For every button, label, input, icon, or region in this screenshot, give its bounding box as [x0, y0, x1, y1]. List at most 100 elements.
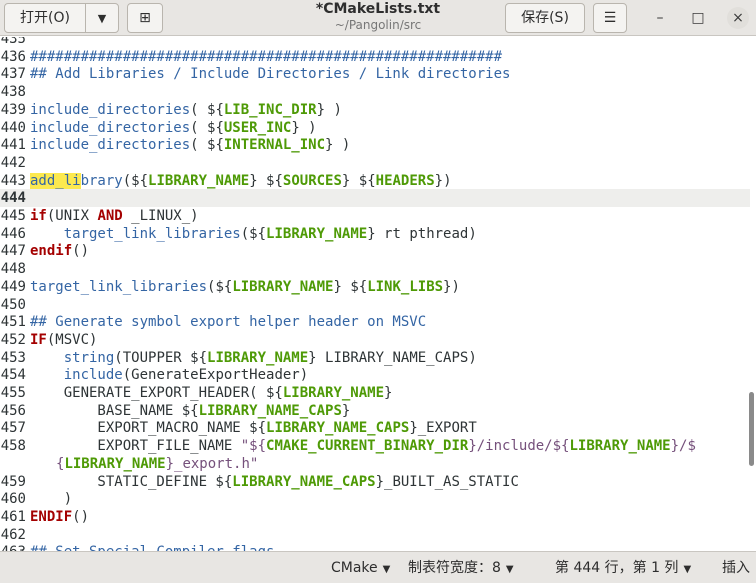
cursor-position-selector[interactable]: 第 444 行，第 1 列 ▼	[555, 559, 691, 579]
code-token: })	[434, 172, 452, 189]
line-number: 443	[0, 172, 26, 189]
code-text: include_directories( ${LIB_INC_DIR} )	[26, 101, 342, 119]
code-line[interactable]: 438	[0, 83, 750, 101]
line-number: 436	[0, 48, 26, 65]
code-token: EXPORT_MACRO_NAME ${	[30, 420, 267, 437]
code-text: IF(MSVC)	[26, 331, 97, 349]
language-selector[interactable]: CMake ▼	[331, 559, 390, 579]
code-line[interactable]: {LIBRARY_NAME}_export.h"	[0, 455, 750, 473]
new-tab-icon: ⊞	[139, 10, 151, 26]
open-button[interactable]: 打开(O)	[4, 3, 86, 33]
code-line[interactable]: 453 string(TOUPPER ${LIBRARY_NAME} LIBRA…	[0, 349, 750, 367]
code-token: ENDIF	[30, 508, 73, 525]
line-number: 452	[0, 331, 26, 348]
code-token: ## Set Special Compiler flags	[30, 544, 274, 551]
line-number: 453	[0, 349, 26, 366]
code-line[interactable]: 450	[0, 296, 750, 314]
save-button[interactable]: 保存(S)	[505, 3, 585, 33]
code-line[interactable]: 437 ## Add Libraries / Include Directorie…	[0, 65, 750, 83]
code-token: (GenerateExportHeader)	[122, 367, 309, 384]
code-line[interactable]: 445 if(UNIX AND _LINUX_)	[0, 207, 750, 225]
tab-width-selector[interactable]: 制表符宽度：8 ▼	[408, 559, 514, 579]
minimize-button[interactable]: –	[651, 9, 669, 27]
line-number: 444	[0, 190, 26, 207]
code-line[interactable]: 440 include_directories( ${USER_INC} )	[0, 119, 750, 137]
code-token: STATIC_DEFINE ${	[30, 473, 233, 490]
code-line[interactable]: 463 ## Set Special Compiler flags	[0, 543, 750, 551]
code-token: "${	[240, 438, 267, 455]
code-line[interactable]: 443 add_library(${LIBRARY_NAME} ${SOURCES…	[0, 172, 750, 190]
code-token: ( ${	[190, 101, 224, 118]
code-line[interactable]: 449 target_link_libraries(${LIBRARY_NAME}…	[0, 278, 750, 296]
code-text: ## Set Special Compiler flags	[26, 543, 274, 551]
code-token: LIBRARY_NAME	[282, 385, 385, 401]
code-line[interactable]: 462	[0, 526, 750, 544]
new-tab-button[interactable]: ⊞	[127, 3, 163, 33]
line-number: 446	[0, 225, 26, 242]
code-text: include(GenerateExportHeader)	[26, 366, 308, 384]
line-number: 454	[0, 367, 26, 384]
line-number: 442	[0, 154, 26, 171]
code-token: (${	[240, 225, 267, 242]
code-line[interactable]: 455 GENERATE_EXPORT_HEADER( ${LIBRARY_NA…	[0, 384, 750, 402]
code-text: ########################################…	[26, 48, 502, 66]
status-bar: CMake ▼ 制表符宽度：8 ▼ 第 444 行，第 1 列 ▼ 插入	[0, 551, 756, 583]
code-token: ( ${	[190, 119, 224, 136]
line-number: 461	[0, 508, 26, 525]
code-token: LIBRARY_NAME	[232, 278, 334, 295]
code-line[interactable]: 447 endif()	[0, 242, 750, 260]
code-text: string(TOUPPER ${LIBRARY_NAME} LIBRARY_N…	[26, 349, 477, 367]
code-token: add_li	[30, 172, 81, 189]
close-button[interactable]: ×	[727, 7, 749, 29]
code-line-current[interactable]: 444	[0, 189, 750, 208]
code-token: (MSVC)	[46, 331, 98, 348]
code-text: STATIC_DEFINE ${LIBRARY_NAME_CAPS}_BUILT…	[26, 473, 519, 491]
code-line[interactable]: 452 IF(MSVC)	[0, 331, 750, 349]
line-number: 437	[0, 66, 26, 83]
code-editor[interactable]: 435 436 ##################################…	[0, 37, 756, 551]
code-token: )	[30, 491, 73, 508]
code-line[interactable]: 439 include_directories( ${LIB_INC_DIR} )	[0, 101, 750, 119]
code-line[interactable]: 451 ## Generate symbol export helper head…	[0, 313, 750, 331]
code-line[interactable]: 461 ENDIF()	[0, 508, 750, 526]
code-token: } ${	[333, 278, 368, 295]
code-line[interactable]: 441 include_directories( ${INTERNAL_INC} …	[0, 136, 750, 154]
menu-button[interactable]: ☰	[593, 3, 627, 33]
code-line[interactable]: 458 EXPORT_FILE_NAME "${CMAKE_CURRENT_BI…	[0, 437, 750, 455]
code-token: LIBRARY_NAME	[207, 349, 309, 366]
code-token: }	[384, 385, 393, 401]
code-token: if	[30, 208, 47, 224]
open-dropdown-button[interactable]: ▼	[85, 3, 119, 33]
code-line[interactable]: 448	[0, 260, 750, 278]
code-token: string	[63, 349, 115, 366]
code-line[interactable]: 436 #####################################…	[0, 48, 750, 66]
line-number: 450	[0, 296, 26, 313]
code-token: } )	[316, 101, 342, 118]
code-line[interactable]: 459 STATIC_DEFINE ${LIBRARY_NAME_CAPS}_B…	[0, 473, 750, 491]
code-token: LINK_LIBS	[367, 278, 444, 295]
code-line[interactable]: 446 target_link_libraries(${LIBRARY_NAME…	[0, 225, 750, 243]
line-number: 440	[0, 119, 26, 136]
code-line[interactable]: 435	[0, 37, 750, 48]
code-line[interactable]: 457 EXPORT_MACRO_NAME ${LIBRARY_NAME_CAP…	[0, 419, 750, 437]
line-number: 438	[0, 84, 26, 101]
hamburger-menu-icon: ☰	[603, 10, 617, 26]
code-line[interactable]: 456 BASE_NAME ${LIBRARY_NAME_CAPS}	[0, 402, 750, 420]
vertical-scrollbar[interactable]	[749, 392, 754, 466]
code-token: include_directories	[30, 101, 191, 118]
code-token: LIBRARY_NAME	[569, 438, 671, 455]
line-number: 463	[0, 543, 26, 551]
cursor-position-label: 第 444 行，第 1 列	[555, 560, 679, 576]
code-line[interactable]: 454 include(GenerateExportHeader)	[0, 366, 750, 384]
code-token: }/include/${	[468, 438, 570, 455]
code-token: HEADERS	[375, 172, 435, 189]
code-text: include_directories( ${INTERNAL_INC} )	[26, 136, 350, 154]
code-line[interactable]: 442	[0, 154, 750, 172]
code-token: }	[341, 402, 351, 419]
code-token: (TOUPPER ${	[114, 349, 208, 366]
code-line[interactable]: 460 )	[0, 490, 750, 508]
code-text: EXPORT_MACRO_NAME ${LIBRARY_NAME_CAPS}_E…	[26, 419, 476, 437]
code-token: }_BUILT_AS_STATIC	[375, 473, 519, 490]
maximize-button[interactable]: □	[689, 9, 707, 27]
code-token: IF	[30, 331, 47, 348]
